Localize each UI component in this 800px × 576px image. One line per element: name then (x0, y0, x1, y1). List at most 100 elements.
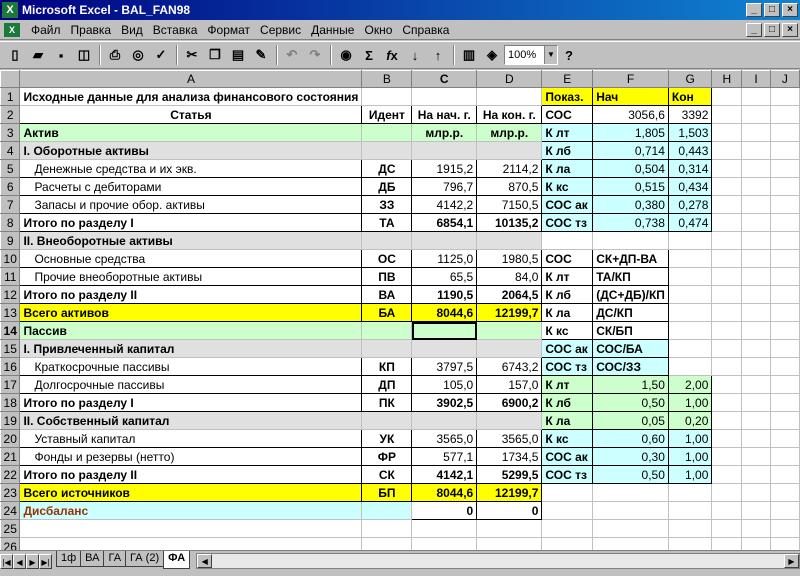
cell-a21[interactable]: Фонды и резервы (нетто) (19, 447, 363, 466)
menu-data[interactable]: Данные (306, 23, 359, 37)
cell-j5[interactable] (769, 159, 800, 178)
cell-j6[interactable] (769, 177, 800, 196)
cell-i26[interactable] (741, 537, 771, 550)
cell-d4[interactable] (476, 141, 543, 160)
web-icon[interactable]: ◫ (73, 44, 95, 66)
cell-c24[interactable]: 0 (411, 501, 478, 520)
cell-c25[interactable] (411, 519, 478, 538)
zoom-select[interactable]: 100% ▼ (504, 45, 558, 65)
cell-i10[interactable] (741, 249, 771, 268)
cell-b21[interactable]: ФР (361, 447, 413, 466)
cell-j26[interactable] (769, 537, 800, 550)
cell-h24[interactable] (711, 501, 743, 520)
cell-a4[interactable]: I. Оборотные активы (19, 141, 363, 160)
cell-g20[interactable]: 1,00 (667, 429, 713, 448)
cell-j17[interactable] (769, 375, 800, 394)
row-header[interactable]: 22 (0, 465, 21, 484)
cell-f3[interactable]: 1,805 (592, 123, 669, 142)
cell-g24[interactable] (667, 501, 713, 520)
autosum-icon[interactable]: Σ (358, 44, 380, 66)
cell-b25[interactable] (361, 519, 413, 538)
row-header[interactable]: 5 (0, 159, 21, 178)
row-header[interactable]: 18 (0, 393, 21, 412)
cell-g3[interactable]: 1,503 (667, 123, 713, 142)
cell-a12[interactable]: Итого по разделу II (19, 285, 363, 304)
cell-i16[interactable] (741, 357, 771, 376)
cell-j15[interactable] (769, 339, 800, 358)
menu-insert[interactable]: Вставка (148, 23, 203, 37)
cell-c8[interactable]: 6854,1 (411, 213, 478, 232)
cell-h15[interactable] (711, 339, 743, 358)
cell-i23[interactable] (741, 483, 771, 502)
cell-h21[interactable] (711, 447, 743, 466)
row-header[interactable]: 25 (0, 519, 21, 538)
cell-i25[interactable] (741, 519, 771, 538)
cell-i3[interactable] (741, 123, 771, 142)
doc-restore-button[interactable]: □ (764, 22, 780, 37)
cell-c26[interactable] (411, 537, 478, 550)
cell-j12[interactable] (769, 285, 800, 304)
column-header-c[interactable]: C (411, 70, 478, 88)
row-header[interactable]: 1 (0, 87, 21, 106)
cell-b6[interactable]: ДБ (361, 177, 413, 196)
cell-j11[interactable] (769, 267, 800, 286)
cell-a14[interactable]: Пассив (19, 321, 363, 340)
menu-edit[interactable]: Правка (66, 23, 117, 37)
cell-f22[interactable]: 0,50 (592, 465, 669, 484)
cell-e23[interactable] (541, 483, 594, 502)
cell-h3[interactable] (711, 123, 743, 142)
chevron-down-icon[interactable]: ▼ (544, 46, 557, 64)
cell-f21[interactable]: 0,30 (592, 447, 669, 466)
prev-sheet-icon[interactable]: ◀ (13, 554, 26, 569)
doc-minimize-button[interactable]: _ (746, 22, 762, 37)
print-preview-icon[interactable]: ◎ (127, 44, 149, 66)
cell-g14[interactable] (667, 321, 713, 340)
column-header-i[interactable]: I (741, 70, 771, 88)
close-button[interactable]: × (782, 3, 798, 17)
cell-d25[interactable] (476, 519, 543, 538)
cell-i24[interactable] (741, 501, 771, 520)
cell-h9[interactable] (711, 231, 743, 250)
cell-e15[interactable]: СОС ак (541, 339, 594, 358)
cell-c18[interactable]: 3902,5 (411, 393, 478, 412)
cell-f16[interactable]: СОС/ЗЗ (592, 357, 669, 376)
cell-i21[interactable] (741, 447, 771, 466)
cell-c3[interactable]: млр.р. (411, 123, 478, 142)
cell-d22[interactable]: 5299,5 (476, 465, 543, 484)
cell-j10[interactable] (769, 249, 800, 268)
cell-j22[interactable] (769, 465, 800, 484)
cell-a13[interactable]: Всего активов (19, 303, 363, 322)
sheet-tab-ga[interactable]: ГА (103, 551, 127, 567)
cell-j16[interactable] (769, 357, 800, 376)
cell-g4[interactable]: 0,443 (667, 141, 713, 160)
cell-a9[interactable]: II. Внеоборотные активы (19, 231, 363, 250)
cell-a11[interactable]: Прочие внеоборотные активы (19, 267, 363, 286)
cell-b15[interactable] (361, 339, 413, 358)
cell-i1[interactable] (741, 87, 771, 106)
cell-b16[interactable]: КП (361, 357, 413, 376)
cell-g15[interactable] (667, 339, 713, 358)
cell-e14[interactable]: К кс (541, 321, 594, 340)
row-header[interactable]: 7 (0, 195, 21, 214)
cell-c4[interactable] (411, 141, 478, 160)
cell-b13[interactable]: БА (361, 303, 413, 322)
cell-c22[interactable]: 4142,1 (411, 465, 478, 484)
cell-i7[interactable] (741, 195, 771, 214)
row-header[interactable]: 10 (0, 249, 21, 268)
worksheet-grid[interactable]: A B C D E F G H I J 1 Исходные данные для анализа ф… (0, 70, 800, 550)
cell-c23[interactable]: 8044,6 (411, 483, 478, 502)
cell-b26[interactable] (361, 537, 413, 550)
cell-i2[interactable] (741, 105, 771, 124)
cell-a5[interactable]: Денежные средства и их экв. (19, 159, 363, 178)
column-header-e[interactable]: E (541, 70, 594, 88)
horizontal-scrollbar[interactable]: ◀ ▶ (196, 553, 800, 569)
cell-a8[interactable]: Итого по разделу I (19, 213, 363, 232)
cell-i8[interactable] (741, 213, 771, 232)
column-header-g[interactable]: G (667, 70, 713, 88)
cell-b9[interactable] (361, 231, 413, 250)
cell-a1[interactable]: Исходные данные для анализа финансового … (19, 87, 363, 106)
new-icon[interactable]: ▯ (4, 44, 26, 66)
cell-e9[interactable] (541, 231, 594, 250)
cell-d1[interactable] (476, 87, 543, 106)
cell-i15[interactable] (741, 339, 771, 358)
